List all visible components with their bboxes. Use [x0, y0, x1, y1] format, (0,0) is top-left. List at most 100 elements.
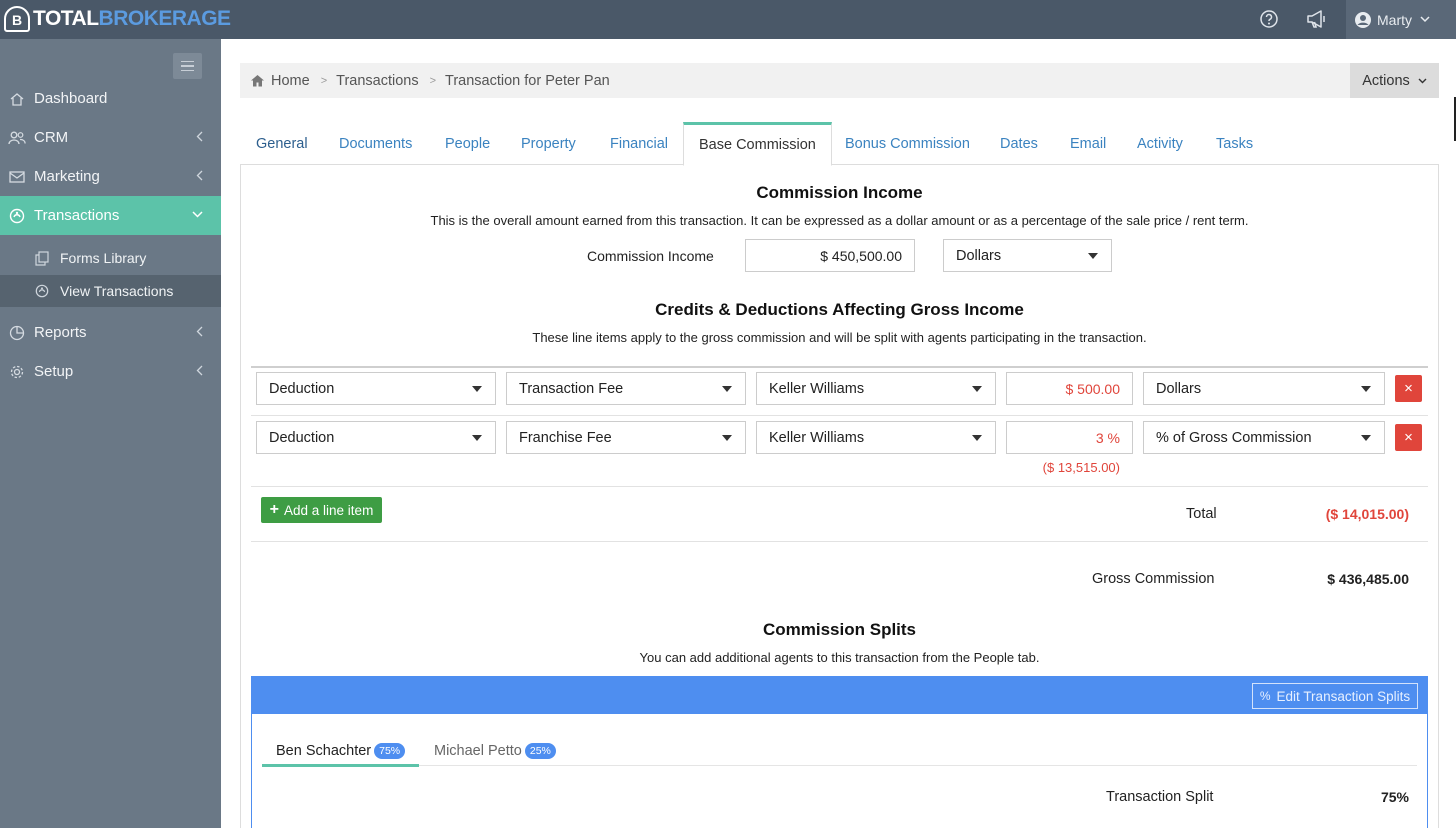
remove-line-item-button[interactable]: ×	[1395, 375, 1422, 402]
tab-bonus-commission[interactable]: Bonus Commission	[845, 122, 970, 165]
agent-split-badge: 75%	[374, 743, 406, 759]
tab-dates[interactable]: Dates	[1000, 122, 1038, 165]
breadcrumb-current: Transaction for Peter Pan	[445, 72, 610, 89]
divider	[251, 541, 1428, 542]
sidebar-item-transactions[interactable]: Transactions	[0, 196, 221, 235]
chevron-left-icon	[196, 131, 203, 142]
brand-logo[interactable]: B TOTAL BROKERAGE	[4, 4, 231, 34]
line-item-computed-value: ($ 13,515.00)	[1042, 460, 1120, 475]
commission-income-label: Commission Income	[587, 248, 714, 264]
logo-text-brokerage: BROKERAGE	[98, 7, 232, 30]
caret-down-icon	[972, 386, 982, 392]
envelope-icon	[8, 168, 26, 186]
tab-base-commission[interactable]: Base Commission	[683, 122, 832, 166]
divider	[251, 486, 1428, 487]
line-item-name-select[interactable]: Transaction Fee	[506, 372, 746, 405]
caret-down-icon	[472, 386, 482, 392]
remove-line-item-button[interactable]: ×	[1395, 424, 1422, 451]
commission-splits-description: You can add additional agents to this tr…	[639, 650, 1040, 665]
tab-property[interactable]: Property	[521, 122, 576, 165]
sidebar-item-label: View Transactions	[60, 283, 174, 299]
agent-tab-ben-schachter[interactable]: Ben Schachter 75%	[276, 735, 406, 767]
tab-documents[interactable]: Documents	[339, 122, 412, 165]
gear-icon	[8, 363, 26, 381]
pie-chart-icon	[8, 324, 26, 342]
chevron-left-icon	[196, 365, 203, 376]
commission-income-description: This is the overall amount earned from t…	[430, 213, 1249, 228]
select-value: Dollars	[1156, 380, 1202, 397]
select-value: Dollars	[956, 247, 1002, 264]
tab-general[interactable]: General	[256, 122, 308, 165]
tab-activity[interactable]: Activity	[1137, 122, 1183, 165]
user-name: Marty	[1377, 11, 1412, 28]
chevron-down-icon	[192, 211, 203, 218]
plus-icon: +	[269, 501, 280, 518]
divider	[251, 366, 1428, 368]
line-item-unit-select[interactable]: Dollars	[1143, 372, 1385, 405]
select-value: Transaction Fee	[519, 380, 624, 397]
select-value: % of Gross Commission	[1156, 429, 1312, 446]
chevron-down-icon	[1420, 16, 1430, 23]
transaction-split-label: Transaction Split	[1106, 789, 1214, 805]
help-icon[interactable]	[1259, 9, 1279, 29]
copy-icon	[35, 250, 51, 266]
line-item-payee-select[interactable]: Keller Williams	[756, 372, 996, 405]
user-avatar-icon	[1355, 11, 1371, 28]
commission-income-unit-select[interactable]: Dollars	[943, 239, 1112, 272]
line-item-type-select[interactable]: Deduction	[256, 372, 496, 405]
agent-tab-michael-petto[interactable]: Michael Petto 25%	[434, 735, 556, 767]
credits-description: These line items apply to the gross comm…	[532, 330, 1147, 345]
tab-email[interactable]: Email	[1070, 122, 1106, 165]
line-item-unit-select[interactable]: % of Gross Commission	[1143, 421, 1385, 454]
transactions-icon	[35, 283, 51, 299]
splits-container: % Edit Transaction Splits Ben Schachter …	[251, 676, 1428, 828]
sidebar-subitem-view-transactions[interactable]: View Transactions	[0, 275, 221, 307]
tab-people[interactable]: People	[445, 122, 490, 165]
sidebar-item-label: CRM	[34, 129, 69, 146]
select-value: Deduction	[269, 429, 335, 446]
megaphone-icon[interactable]	[1306, 9, 1326, 29]
line-item-type-select[interactable]: Deduction	[256, 421, 496, 454]
sidebar: Dashboard CRM Marketing Transactions For…	[0, 39, 221, 828]
user-menu[interactable]: Marty	[1346, 0, 1456, 39]
tab-tasks[interactable]: Tasks	[1216, 122, 1253, 165]
total-label: Total	[1186, 506, 1217, 522]
breadcrumb-separator-icon: >	[320, 74, 328, 87]
line-item-name-select[interactable]: Franchise Fee	[506, 421, 746, 454]
sidebar-toggle-button[interactable]	[173, 53, 202, 79]
percent-icon: %	[1259, 689, 1271, 703]
divider	[251, 415, 1428, 416]
sidebar-subitem-forms-library[interactable]: Forms Library	[0, 242, 221, 274]
top-bar: B TOTAL BROKERAGE Marty	[0, 0, 1456, 39]
transactions-icon	[8, 207, 26, 225]
breadcrumb-transactions-link[interactable]: Transactions	[336, 73, 418, 89]
actions-dropdown-button[interactable]: Actions	[1350, 63, 1439, 98]
line-item-amount-input[interactable]: $ 500.00	[1006, 372, 1133, 405]
line-item-payee-select[interactable]: Keller Williams	[756, 421, 996, 454]
line-item-amount-input[interactable]: 3 %	[1006, 421, 1133, 454]
agent-split-badge: 25%	[524, 743, 556, 759]
commission-income-input[interactable]: $ 450,500.00	[745, 239, 915, 272]
sidebar-item-dashboard[interactable]: Dashboard	[0, 79, 221, 118]
sidebar-item-marketing[interactable]: Marketing	[0, 157, 221, 196]
transaction-split-value: 75%	[1380, 789, 1409, 805]
total-value: ($ 14,015.00)	[1325, 506, 1409, 522]
agent-name: Michael Petto	[434, 743, 522, 759]
sidebar-item-reports[interactable]: Reports	[0, 313, 221, 352]
tab-financial[interactable]: Financial	[610, 122, 668, 165]
caret-down-icon	[722, 435, 732, 441]
active-tab-indicator	[262, 764, 419, 767]
sidebar-item-crm[interactable]: CRM	[0, 118, 221, 157]
chevron-left-icon	[196, 170, 203, 181]
commission-income-heading: Commission Income	[756, 183, 923, 202]
add-line-item-button[interactable]: + Add a line item	[261, 497, 382, 523]
agent-name: Ben Schachter	[276, 743, 372, 759]
sidebar-item-label: Dashboard	[34, 90, 108, 107]
edit-splits-label: Edit Transaction Splits	[1276, 688, 1411, 704]
select-value: Keller Williams	[769, 380, 865, 397]
sidebar-item-label: Reports	[34, 324, 87, 341]
breadcrumb-home-link[interactable]: Home	[271, 73, 310, 89]
sidebar-item-setup[interactable]: Setup	[0, 352, 221, 391]
select-value: Deduction	[269, 380, 335, 397]
edit-transaction-splits-button[interactable]: % Edit Transaction Splits	[1252, 683, 1418, 709]
